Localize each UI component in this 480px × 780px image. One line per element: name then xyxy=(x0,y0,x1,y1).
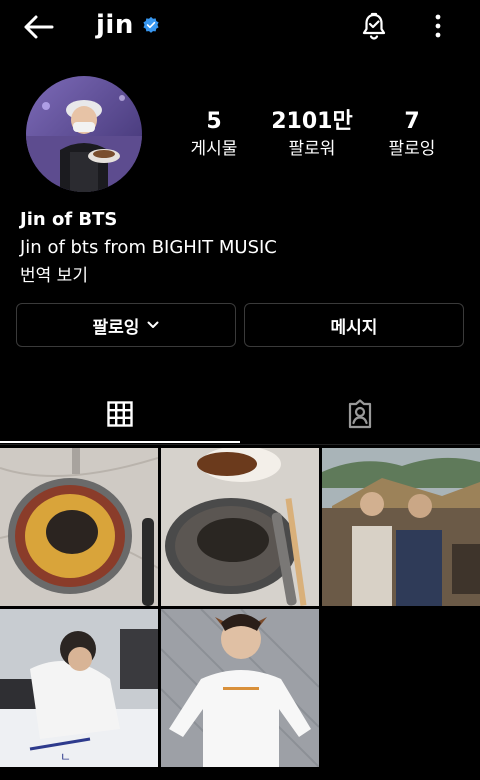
followers-label: 팔로워 xyxy=(288,139,336,159)
top-app-bar: jin xyxy=(0,0,480,54)
more-options-button[interactable] xyxy=(424,8,452,44)
avatar-photo xyxy=(26,76,142,192)
post-thumbnail[interactable]: ㄴ xyxy=(0,609,158,767)
post-thumbnail[interactable] xyxy=(161,448,319,606)
chevron-down-icon xyxy=(147,321,159,328)
profile-tabs xyxy=(0,384,480,445)
notifications-button[interactable] xyxy=(356,8,392,44)
post-thumbnail[interactable] xyxy=(161,609,319,767)
post-thumbnail[interactable] xyxy=(322,448,480,606)
stat-followers[interactable]: 2101만 팔로워 xyxy=(262,108,362,162)
display-name: Jin of BTS xyxy=(20,209,118,230)
photo-icon: ㄴ xyxy=(0,609,158,767)
stat-following[interactable]: 7 팔로잉 xyxy=(362,108,462,162)
tab-posts-grid[interactable] xyxy=(0,384,240,444)
photo-icon xyxy=(0,448,158,606)
message-button[interactable]: 메시지 xyxy=(244,303,464,347)
more-vertical-icon xyxy=(435,14,441,38)
following-count: 7 xyxy=(404,109,420,134)
profile-avatar[interactable] xyxy=(26,76,142,192)
following-button[interactable]: 팔로잉 xyxy=(16,303,236,347)
posts-label: 게시물 xyxy=(190,139,238,159)
verified-badge-icon xyxy=(143,16,159,33)
stat-posts[interactable]: 5 게시물 xyxy=(164,108,264,162)
active-tab-indicator xyxy=(0,441,240,443)
following-label: 팔로잉 xyxy=(388,139,436,159)
message-button-label: 메시지 xyxy=(330,317,378,338)
profile-bio: Jin of BTS Jin of bts from BIGHIT MUSIC … xyxy=(20,206,460,290)
posts-count: 5 xyxy=(206,109,222,134)
followers-count: 2101만 xyxy=(271,109,353,134)
profile-username-header: jin xyxy=(96,10,160,40)
tab-tagged[interactable] xyxy=(240,384,480,444)
following-button-label: 팔로잉 xyxy=(92,317,140,338)
bio-text: Jin of bts from BIGHIT MUSIC xyxy=(20,237,277,258)
photo-icon xyxy=(161,448,319,606)
photo-icon xyxy=(161,609,319,767)
post-thumbnail[interactable] xyxy=(0,448,158,606)
username-text: jin xyxy=(96,10,134,40)
see-translation-link[interactable]: 번역 보기 xyxy=(20,262,460,290)
notification-bell-check-icon xyxy=(362,12,386,40)
tagged-person-icon xyxy=(348,399,372,429)
grid-icon xyxy=(107,401,133,427)
svg-text:ㄴ: ㄴ xyxy=(60,750,71,764)
photo-icon xyxy=(322,448,480,606)
back-arrow-icon xyxy=(24,15,54,39)
back-button[interactable] xyxy=(20,10,56,44)
